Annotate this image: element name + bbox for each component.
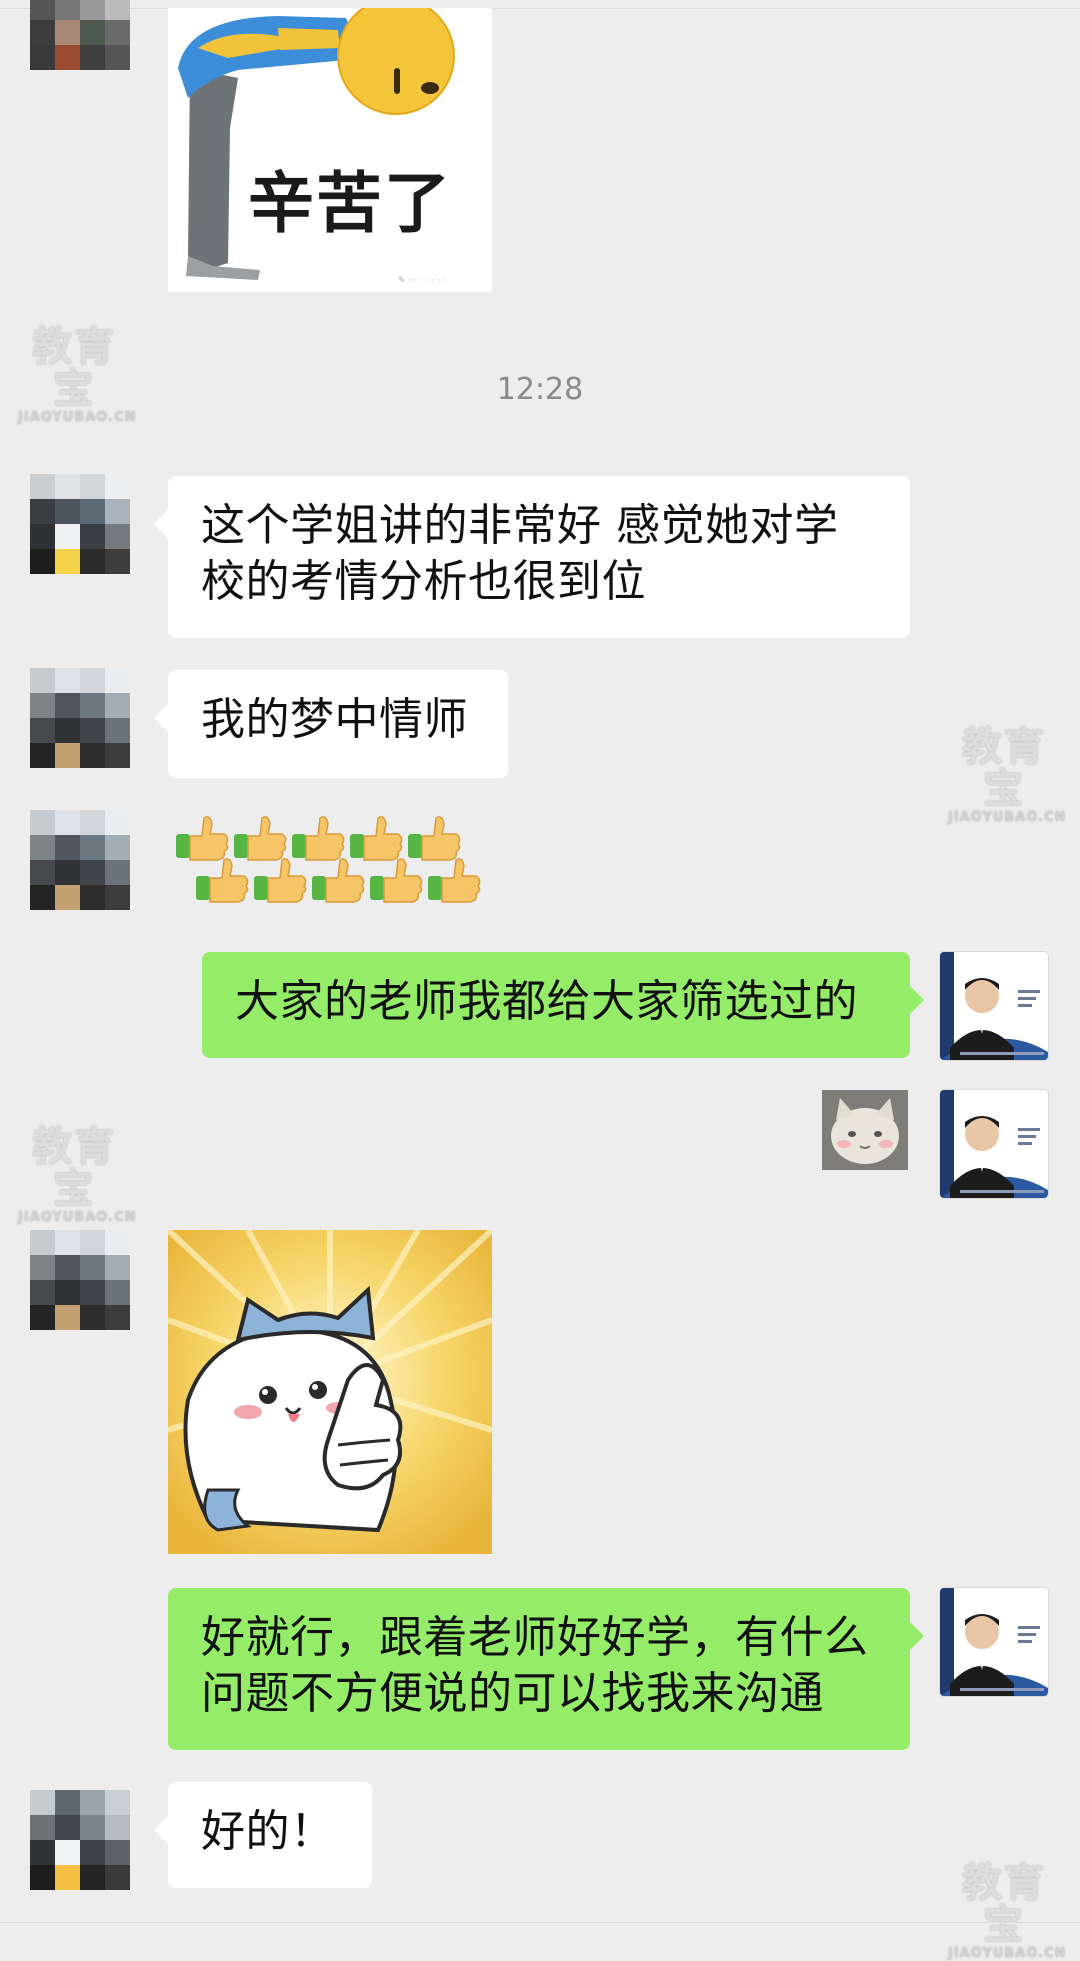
cat-thumbs-up-sticker-image[interactable]: [168, 1230, 492, 1554]
cat-sticker-image[interactable]: [822, 1090, 908, 1170]
top-divider: [0, 8, 1080, 9]
thumbs-up-icon: [312, 858, 365, 903]
message-text: 好的！: [201, 1806, 335, 1857]
thumbs-up-icon: [176, 816, 481, 903]
sticker-bow-caption: 辛苦了: [248, 165, 452, 242]
message-text: 我的梦中情师: [201, 694, 468, 745]
thumbs-up-icon: [196, 858, 249, 903]
thumbs-up-icon: [350, 816, 403, 861]
thumbs-up-icon: [408, 816, 461, 861]
thumbs-up-icon: [428, 858, 481, 903]
message-text: 好就行，跟着老师好好学，有什么问题不方便说的可以找我来沟通: [201, 1612, 869, 1719]
teacher-photo-icon: [940, 952, 1048, 1060]
teacher-photo-icon: [940, 1588, 1048, 1696]
watermark: 教育宝 JIAOYUBAO.CN: [18, 1124, 137, 1225]
thumbs-up-icon: [292, 816, 345, 861]
watermark: 教育宝 JIAOYUBAO.CN: [18, 324, 137, 425]
message-text: 大家的老师我都给大家筛选过的: [235, 976, 858, 1027]
contact-avatar[interactable]: [30, 668, 130, 768]
message-bubble-incoming[interactable]: 这个学姐讲的非常好 感觉她对学校的考情分析也很到位: [154, 476, 910, 638]
thumbs-up-icon: [254, 858, 307, 903]
message-bubble-outgoing[interactable]: 好就行，跟着老师好好学，有什么问题不方便说的可以找我来沟通: [168, 1588, 924, 1750]
contact-avatar[interactable]: [30, 1230, 130, 1330]
message-bubble-incoming[interactable]: 好的！: [154, 1782, 372, 1888]
my-avatar[interactable]: [940, 1588, 1048, 1696]
message-timestamp: 12:28: [496, 372, 584, 407]
thumbs-up-emoji-message[interactable]: [168, 808, 486, 908]
teacher-photo-icon: [940, 1090, 1048, 1198]
message-text: 这个学姐讲的非常好 感觉她对学校的考情分析也很到位: [201, 500, 839, 607]
thumbs-up-icon: [370, 858, 423, 903]
sticker-bow-image[interactable]: ✎ · · · · · · · 辛苦了: [168, 8, 492, 292]
contact-avatar[interactable]: [30, 1790, 130, 1890]
message-bubble-incoming[interactable]: 我的梦中情师: [154, 670, 508, 778]
svg-text:✎ · · · · · · ·: ✎ · · · · · · ·: [398, 276, 446, 286]
thumbs-up-icon: [176, 816, 229, 861]
contact-avatar[interactable]: [30, 474, 130, 574]
my-avatar[interactable]: [940, 1090, 1048, 1198]
thumbs-up-icon: [234, 816, 287, 861]
bottom-divider: [0, 1922, 1080, 1923]
contact-avatar[interactable]: [30, 0, 130, 70]
message-bubble-outgoing[interactable]: 大家的老师我都给大家筛选过的: [202, 952, 924, 1058]
contact-avatar[interactable]: [30, 810, 130, 910]
watermark: 教育宝 JIAOYUBAO.CN: [948, 1860, 1067, 1961]
watermark: 教育宝 JIAOYUBAO.CN: [948, 724, 1067, 825]
my-avatar[interactable]: [940, 952, 1048, 1060]
